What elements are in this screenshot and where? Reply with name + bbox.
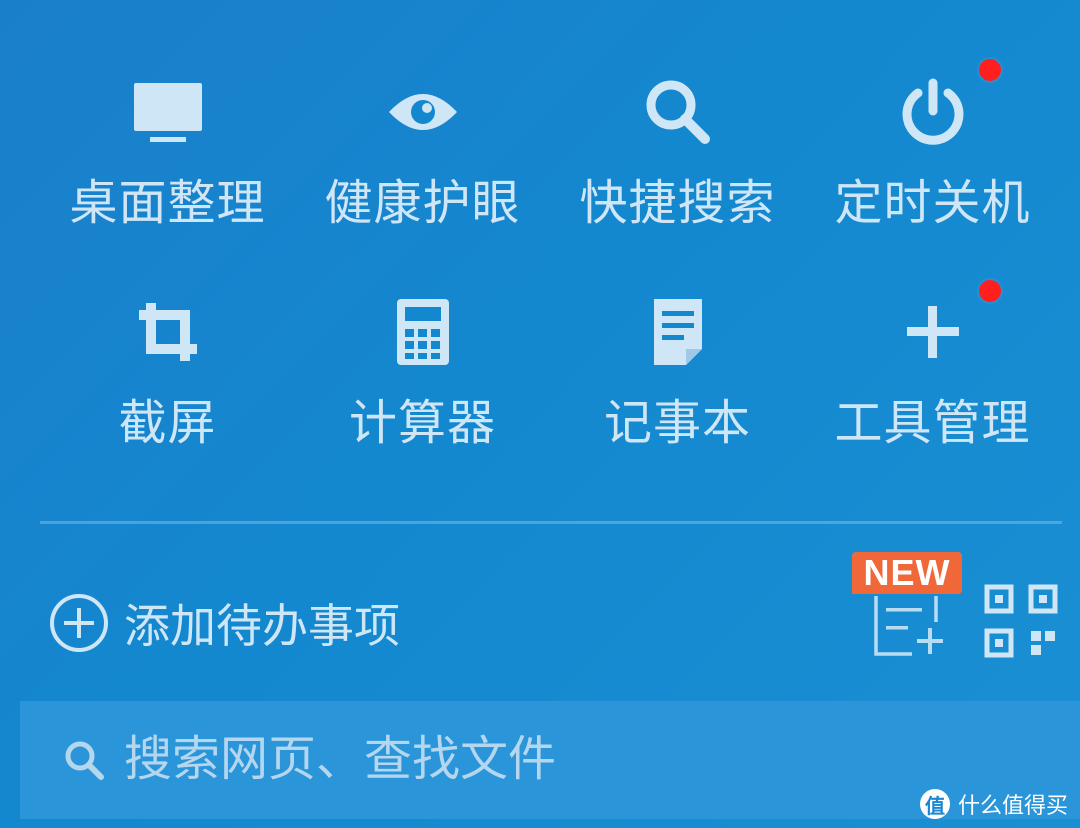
search-placeholder: 搜索网页、查找文件 [124,733,557,786]
calculator-icon [383,292,463,372]
notepad-icon [638,292,718,372]
plus-icon [893,292,973,372]
tool-label: 计算器 [348,397,496,450]
tool-label: 工具管理 [834,397,1031,450]
add-todo-button[interactable]: 添加待办事项 [48,592,400,659]
divider [40,521,1062,524]
add-circle-icon [48,592,110,659]
add-list-icon [874,596,943,656]
new-badge: NEW [852,552,962,594]
tool-grid: 桌面整理 健康护眼 快捷搜索 定时关机 截屏 计算器 记事本 工具管理 [40,57,1060,490]
watermark: 值 什么值得买 [919,788,1068,820]
new-feature-button[interactable]: NEW [852,552,964,660]
tool-label: 快捷搜索 [579,177,776,230]
tool-calculator[interactable]: 计算器 [295,280,550,490]
eye-icon [383,72,463,152]
tool-eye-care[interactable]: 健康护眼 [295,60,550,280]
notification-dot [977,57,1003,83]
tool-label: 桌面整理 [69,177,266,230]
add-todo-label: 添加待办事项 [124,599,400,652]
tool-notepad[interactable]: 记事本 [550,280,805,490]
tool-label: 定时关机 [834,177,1031,230]
monitor-icon [128,72,208,152]
tool-label: 截屏 [118,397,217,450]
power-icon [893,72,973,152]
watermark-logo: 值 [919,789,950,819]
search-icon [638,72,718,152]
search-icon [62,738,106,782]
watermark-text: 什么值得买 [957,793,1068,818]
qr-code-button[interactable] [984,584,1058,658]
tool-desktop-organize[interactable]: 桌面整理 [40,60,295,280]
tool-label: 健康护眼 [324,177,521,230]
tool-quick-search[interactable]: 快捷搜索 [550,60,805,280]
tool-screenshot[interactable]: 截屏 [40,280,295,490]
tool-timed-shutdown[interactable]: 定时关机 [805,57,1060,280]
tool-manage-tools[interactable]: 工具管理 [805,278,1060,490]
tool-label: 记事本 [603,397,751,450]
crop-icon [128,292,208,372]
qr-code-icon [984,584,1058,658]
notification-dot [977,278,1003,304]
